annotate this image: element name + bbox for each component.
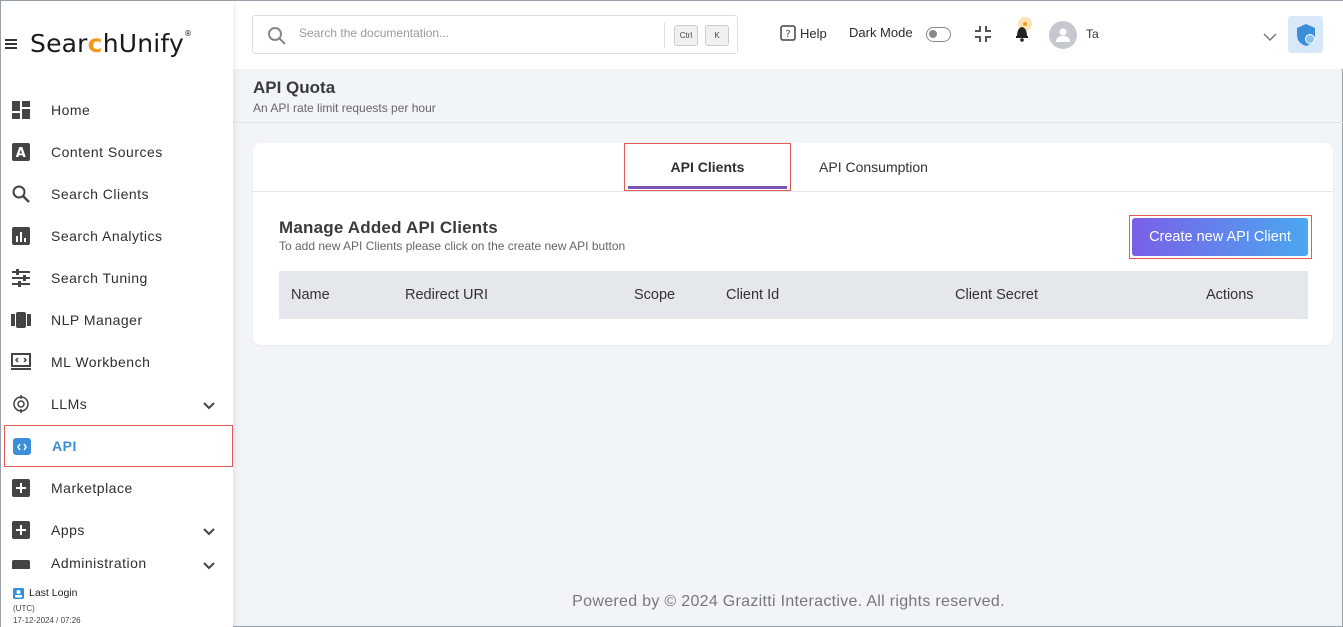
sidebar: SearchUnify® Home A Content Sources Sear… (1, 1, 233, 627)
footer-copyright: Powered by © 2024 Grazitti Interactive. … (572, 593, 1005, 610)
sidebar-item-label: API (52, 438, 77, 454)
column-header-client-id[interactable]: Client Id (726, 287, 779, 303)
sidebar-item-search-analytics[interactable]: Search Analytics (1, 215, 233, 257)
last-login-label: Last Login (29, 587, 78, 599)
last-login-datetime: 17-12-2024 / 07:26 (13, 616, 81, 625)
collapse-screen-icon[interactable] (974, 25, 992, 48)
nlp-icon (11, 310, 31, 330)
page-title: API Quota (253, 78, 336, 97)
help-link[interactable]: ? Help (780, 25, 827, 42)
brain-icon (11, 394, 31, 414)
sidebar-item-label: Apps (51, 522, 85, 538)
plus-box-icon (11, 478, 31, 498)
help-label: Help (800, 26, 827, 41)
api-code-icon (12, 436, 32, 456)
sidebar-item-label: Search Clients (51, 186, 150, 202)
user-icon (1056, 28, 1070, 42)
api-clients-card: API Clients API Consumption Manage Added… (253, 143, 1333, 345)
sidebar-item-ml-workbench[interactable]: ML Workbench (1, 341, 233, 383)
tab-api-clients[interactable]: API Clients (624, 143, 791, 191)
sidebar-item-label: Administration (51, 555, 147, 569)
page-subtitle: An API rate limit requests per hour (253, 101, 436, 115)
searchunify-logo[interactable]: SearchUnify® (30, 29, 192, 58)
help-icon: ? (780, 25, 796, 41)
column-header-scope[interactable]: Scope (634, 287, 675, 303)
logo-row: SearchUnify® (1, 25, 233, 65)
chevron-down-icon[interactable] (203, 523, 215, 539)
sidebar-item-label: ML Workbench (51, 354, 151, 370)
dark-mode-toggle[interactable] (926, 27, 951, 42)
bar-chart-icon (11, 226, 31, 246)
sidebar-item-label: Content Sources (51, 144, 163, 160)
column-header-name[interactable]: Name (291, 287, 330, 303)
documentation-search: Ctrl K (252, 15, 738, 54)
sidebar-item-label: Marketplace (51, 480, 133, 496)
tab-bar: API Clients API Consumption (253, 143, 1333, 192)
admin-icon (11, 555, 31, 569)
search-icon (267, 26, 287, 51)
sidebar-item-label: Home (51, 102, 91, 118)
sidebar-item-label: Search Analytics (51, 228, 163, 244)
section-title: Manage Added API Clients (279, 218, 498, 237)
top-bar: Ctrl K ? Help Dark Mode Ta (233, 1, 1343, 69)
avatar[interactable] (1049, 21, 1077, 49)
column-header-actions[interactable]: Actions (1206, 287, 1254, 303)
plus-box-icon (11, 520, 31, 540)
column-header-client-secret[interactable]: Client Secret (955, 287, 1038, 303)
logo-text-start: Sear (30, 29, 88, 58)
last-login-title: Last Login (13, 587, 233, 599)
logo-mark: c (87, 29, 103, 58)
user-name[interactable]: Ta (1086, 27, 1099, 41)
security-shield-icon[interactable] (1288, 16, 1323, 53)
dark-mode-label: Dark Mode (849, 25, 913, 40)
chevron-down-icon[interactable] (203, 397, 215, 413)
sidebar-item-label: NLP Manager (51, 312, 143, 328)
sidebar-item-home[interactable]: Home (1, 89, 233, 131)
ctrl-key-hint: Ctrl (674, 25, 698, 46)
sidebar-item-llms[interactable]: LLMs (1, 383, 233, 425)
k-key-hint: K (705, 25, 729, 46)
sidebar-item-label: Search Tuning (51, 270, 148, 286)
notification-bell-icon[interactable] (1012, 17, 1034, 48)
last-login-timezone: (UTC) (13, 604, 35, 613)
page-header: API Quota An API rate limit requests per… (253, 78, 436, 115)
table-header: Name Redirect URI Scope Client Id Client… (279, 271, 1308, 319)
user-card-icon (13, 587, 24, 599)
workbench-icon (11, 352, 31, 372)
header-divider (233, 122, 1343, 123)
search-input[interactable] (299, 26, 599, 40)
section-subtitle: To add new API Clients please click on t… (279, 239, 626, 253)
sidebar-nav: Home A Content Sources Search Clients Se… (1, 89, 233, 569)
search-divider (664, 22, 665, 48)
svg-text:?: ? (785, 29, 790, 40)
sidebar-item-search-clients[interactable]: Search Clients (1, 173, 233, 215)
logo-text-end: hUnify (102, 29, 184, 58)
tab-api-consumption[interactable]: API Consumption (801, 143, 946, 191)
hamburger-menu-icon[interactable] (5, 39, 17, 49)
last-login-panel: Last Login (UTC) 17-12-2024 / 07:26 (1, 578, 233, 627)
sliders-icon (11, 268, 31, 288)
sidebar-item-search-tuning[interactable]: Search Tuning (1, 257, 233, 299)
sidebar-item-administration[interactable]: Administration (1, 551, 233, 569)
trademark-mark: ® (183, 29, 193, 38)
sidebar-item-nlp-manager[interactable]: NLP Manager (1, 299, 233, 341)
chevron-down-icon[interactable] (203, 557, 215, 569)
dashboard-icon (11, 100, 31, 120)
sidebar-item-marketplace[interactable]: Marketplace (1, 467, 233, 509)
sidebar-item-content-sources[interactable]: A Content Sources (1, 131, 233, 173)
sidebar-item-apps[interactable]: Apps (1, 509, 233, 551)
search-icon (11, 184, 31, 204)
sidebar-item-label: LLMs (51, 396, 88, 412)
letter-a-icon: A (11, 142, 31, 162)
create-api-client-button[interactable]: Create new API Client (1132, 218, 1308, 256)
chevron-down-icon[interactable] (1263, 29, 1277, 47)
column-header-redirect-uri[interactable]: Redirect URI (405, 287, 488, 303)
sidebar-item-api[interactable]: API (4, 425, 233, 467)
svg-text:A: A (16, 146, 27, 161)
